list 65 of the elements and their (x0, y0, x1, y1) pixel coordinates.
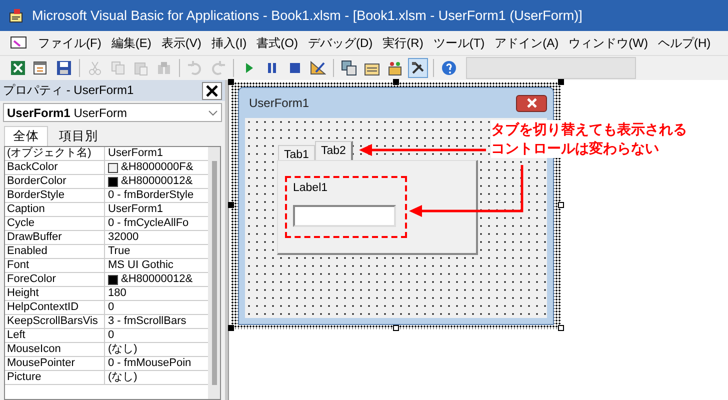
help-icon[interactable] (439, 58, 459, 78)
property-name[interactable]: BackColor (5, 161, 105, 174)
menu-item[interactable]: 表示(V) (161, 34, 202, 52)
property-name[interactable]: Font (5, 259, 105, 272)
chevron-icon (208, 110, 218, 116)
property-value[interactable]: True (105, 245, 208, 258)
property-name[interactable]: ForeColor (5, 273, 105, 286)
property-name[interactable]: KeepScrollBarsVis (5, 315, 105, 328)
property-name[interactable]: Cycle (5, 217, 105, 230)
close-icon (206, 84, 218, 96)
close-button[interactable] (516, 94, 547, 112)
panel-title: プロパティ - UserForm1 (3, 82, 134, 99)
property-value[interactable]: 180 (105, 287, 208, 300)
property-name[interactable]: (オブジェクト名) (5, 147, 105, 160)
panel-tab[interactable]: 全体 (4, 126, 48, 146)
menu-item[interactable]: ファイル(F) (38, 34, 102, 52)
menu-item[interactable]: ウィンドウ(W) (568, 34, 648, 52)
property-value[interactable]: 0 - fmBorderStyle (105, 189, 208, 202)
property-value[interactable]: 3 - fmScrollBars (105, 315, 208, 328)
menu-item[interactable]: アドイン(A) (494, 34, 559, 52)
menu-item[interactable]: 実行(R) (382, 34, 424, 52)
save-icon[interactable] (54, 58, 74, 78)
menu-item[interactable]: 編集(E) (111, 34, 152, 52)
property-name[interactable]: BorderColor (5, 175, 105, 188)
menu-item[interactable]: ツール(T) (433, 34, 485, 52)
object-dropdown[interactable]: UserForm1 UserForm (3, 103, 222, 122)
property-value[interactable]: &H80000012& (105, 273, 208, 286)
form-title: UserForm1 (249, 96, 310, 110)
window-title: Microsoft Visual Basic for Applications - Book1.xlsm - [Book1.xlsm - UserForm1 (UserForm)] (32, 8, 582, 23)
close-icon (526, 98, 538, 108)
close-button[interactable] (202, 82, 222, 100)
code-window-icon[interactable] (10, 35, 28, 51)
property-name[interactable]: BorderStyle (5, 189, 105, 202)
property-value[interactable]: 0 - fmCycleAllFo (105, 217, 208, 230)
property-value[interactable]: (なし) (105, 343, 208, 356)
property-value[interactable]: &H80000012& (105, 175, 208, 188)
property-name[interactable]: Height (5, 287, 105, 300)
menu-item[interactable]: 書式(O) (256, 34, 298, 52)
scrollbar[interactable] (208, 147, 220, 399)
property-value[interactable]: UserForm1 (105, 147, 208, 160)
text-box[interactable] (293, 205, 396, 227)
property-value[interactable]: 32000 (105, 231, 208, 244)
property-name[interactable]: Left (5, 329, 105, 342)
property-name[interactable]: MousePointer (5, 357, 105, 370)
property-name[interactable]: HelpContextID (5, 301, 105, 314)
property-value[interactable]: &H8000000F& (105, 161, 208, 174)
menu-item[interactable]: ヘルプ(H) (658, 34, 711, 52)
property-name[interactable]: DrawBuffer (5, 231, 105, 244)
menu-item[interactable]: 挿入(I) (211, 34, 247, 52)
excel-icon[interactable] (8, 58, 28, 78)
property-value[interactable]: MS UI Gothic (105, 259, 208, 272)
property-name[interactable]: Enabled (5, 245, 105, 258)
panel-tab[interactable]: 項目別 (50, 126, 107, 146)
property-name[interactable]: Caption (5, 203, 105, 216)
property-name[interactable]: MouseIcon (5, 343, 105, 356)
property-value[interactable]: UserForm1 (105, 203, 208, 216)
menu-item[interactable]: デバッグ(D) (308, 34, 373, 52)
label: Label1 (293, 182, 328, 194)
property-value[interactable]: 0 - fmMousePoin (105, 357, 208, 370)
annotation-text: タブを切り替えても表示される コントロールは変わらない (491, 120, 687, 158)
property-name[interactable]: Picture (5, 371, 105, 384)
property-value[interactable]: (なし) (105, 371, 208, 384)
position-field[interactable] (466, 57, 636, 79)
property-value[interactable]: 0 (105, 329, 208, 342)
property-value[interactable]: 0 (105, 301, 208, 314)
